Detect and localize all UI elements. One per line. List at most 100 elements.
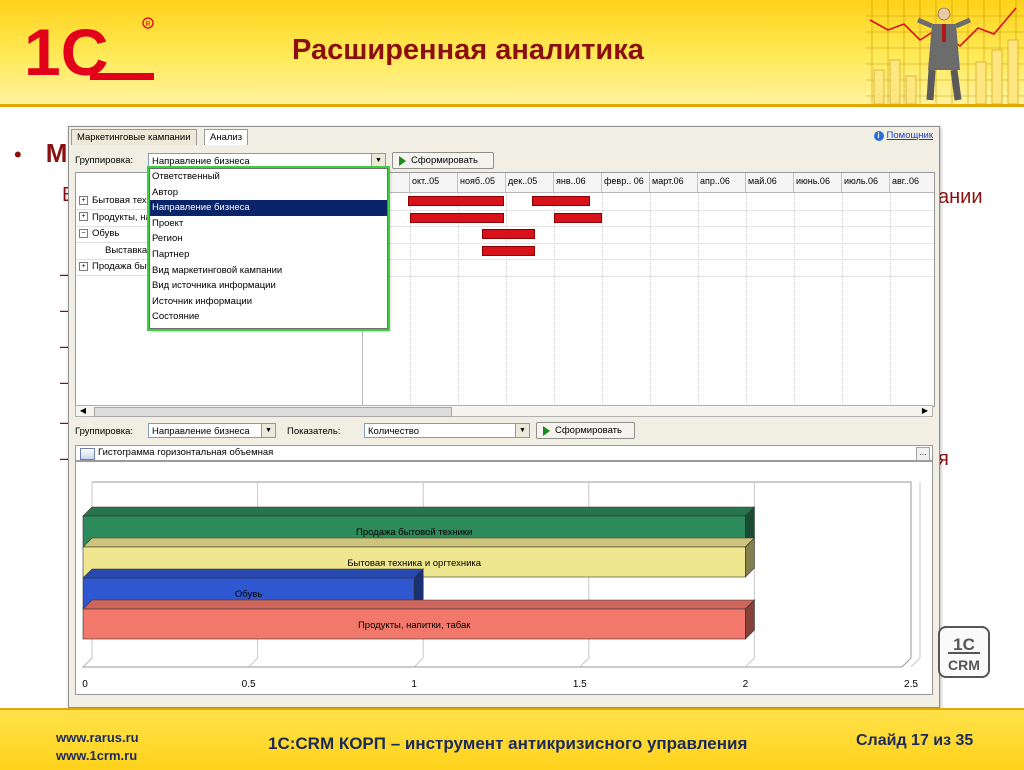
month-header: март.06 — [650, 173, 698, 193]
footer-url-1crm[interactable]: www.1crm.ru — [56, 748, 137, 763]
chevron-down-icon[interactable]: ▼ — [371, 154, 385, 167]
month-header: июль.06 — [842, 173, 890, 193]
gantt-bar[interactable] — [482, 245, 535, 256]
gantt-bar[interactable] — [532, 196, 590, 206]
page-title: Расширенная аналитика — [292, 34, 644, 66]
dropdown-option[interactable]: Партнер — [150, 247, 387, 263]
play-icon — [543, 426, 550, 436]
gantt-bar[interactable] — [554, 212, 602, 223]
expand-icon[interactable]: + — [79, 261, 88, 271]
month-header: авг..06 — [890, 173, 934, 193]
gantt-bar[interactable] — [410, 212, 504, 223]
x-tick-label: 1.5 — [573, 679, 587, 690]
month-gridline — [650, 193, 651, 406]
month-gridline — [794, 193, 795, 406]
chart-header: Гистограмма горизонтальная объемная ... — [75, 445, 933, 461]
grouping-select[interactable]: Направление бизнеса ▼ — [148, 153, 386, 168]
expand-icon[interactable]: + — [79, 195, 88, 205]
month-header: февр.. 06 — [602, 173, 650, 193]
month-gridline — [506, 193, 507, 406]
x-tick-label: 2 — [743, 679, 749, 690]
bar-top-face — [82, 506, 756, 517]
month-gridline — [842, 193, 843, 406]
analytics-window: Маркетинговые кампании Анализ i Помощник … — [68, 126, 940, 708]
slide-bullet: • М — [14, 138, 68, 168]
scroll-left-icon[interactable]: ◀ — [77, 406, 89, 416]
chart-gridline — [910, 657, 921, 668]
footer-title: 1С:CRM КОРП – инструмент антикризисного … — [268, 734, 748, 753]
footer-url-rarus[interactable]: www.rarus.ru — [56, 730, 139, 745]
1c-logo: 1С R — [24, 15, 154, 86]
month-gridline — [602, 193, 603, 406]
dropdown-option[interactable]: Регион — [150, 231, 387, 247]
x-tick-label: 2.5 — [904, 679, 918, 690]
more-options-button[interactable]: ... — [916, 447, 930, 461]
month-header: май.06 — [746, 173, 794, 193]
row-gridline — [362, 275, 934, 277]
indicator-label: Показатель: — [287, 426, 341, 437]
generate-button[interactable]: Сформировать — [392, 152, 494, 169]
collapse-icon[interactable]: − — [79, 228, 88, 238]
indicator-select[interactable]: Количество ▼ — [364, 423, 530, 438]
help-link[interactable]: i Помощник — [873, 130, 933, 141]
dropdown-option[interactable]: Источник информации — [150, 294, 387, 310]
scroll-right-icon[interactable]: ▶ — [919, 406, 931, 416]
chart-grouping-select[interactable]: Направление бизнеса ▼ — [148, 423, 276, 438]
bar-chart: 0 0.5 1 1.5 2 2.5 Продажа бытовой техники Бытов… — [75, 461, 933, 695]
svg-text:R: R — [146, 21, 151, 28]
grouping-label: Группировка: — [75, 155, 134, 166]
month-header: янв..06 — [554, 173, 602, 193]
grouping-label: Группировка: — [75, 426, 134, 437]
dropdown-option[interactable]: Ответственный — [150, 169, 387, 185]
month-gridline — [890, 193, 891, 406]
row-gridline — [362, 259, 934, 260]
tree-row-label: Выставка — [105, 244, 148, 256]
row-gridline — [362, 242, 934, 244]
expand-icon[interactable]: + — [79, 212, 88, 222]
tab-marketing-campaigns[interactable]: Маркетинговые кампании — [71, 129, 197, 145]
month-header: апр..06 — [698, 173, 746, 193]
svg-text:1С: 1С — [953, 635, 975, 654]
slide-footer: www.rarus.ru www.1crm.ru 1С:CRM КОРП – и… — [0, 708, 1024, 770]
dropdown-option[interactable]: Вид маркетинговой кампании — [150, 263, 387, 279]
bar-label: Обувь — [235, 589, 262, 600]
bar-chart-svg: 0 0.5 1 1.5 2 2.5 Продажа бытовой техники Бытов… — [81, 481, 921, 690]
scrollbar-thumb[interactable] — [94, 407, 452, 417]
1c-crm-badge: 1С CRM — [938, 626, 990, 678]
x-tick-label: 1 — [411, 679, 417, 690]
svg-text:CRM: CRM — [948, 657, 980, 673]
bar-top-face — [82, 599, 756, 610]
chart-title: Гистограмма горизонтальная объемная — [98, 447, 274, 458]
month-header: окт..05 — [410, 173, 458, 193]
grouping-dropdown-list[interactable]: Ответственный Автор Направление бизнеса Про… — [149, 168, 388, 329]
slide-number: Слайд 17 из 35 — [856, 732, 974, 749]
row-gridline — [362, 226, 934, 227]
businessman-chart-illustration — [866, 0, 1024, 104]
bar-label: Продукты, напитки, табак — [358, 620, 471, 631]
month-gridline — [554, 193, 555, 406]
dropdown-option[interactable]: Вид источника информации — [150, 278, 387, 294]
month-header: июнь.06 — [794, 173, 842, 193]
gantt-bar[interactable] — [482, 229, 535, 239]
tree-row-label: Обувь — [92, 228, 120, 239]
horizontal-scrollbar[interactable]: ◀ ▶ — [75, 405, 933, 417]
x-tick-label: 0 — [82, 679, 88, 690]
chart-icon — [80, 448, 95, 460]
dropdown-option[interactable]: Проект — [150, 216, 387, 232]
month-gridline — [746, 193, 747, 406]
month-header: дек..05 — [506, 173, 554, 193]
chart-generate-button[interactable]: Сформировать — [536, 422, 635, 439]
tab-analysis[interactable]: Анализ — [204, 129, 249, 145]
month-gridline — [458, 193, 459, 406]
dropdown-option[interactable]: Автор — [150, 185, 387, 201]
month-gridline — [698, 193, 699, 406]
gantt-bar[interactable] — [407, 196, 504, 206]
chevron-down-icon[interactable]: ▼ — [515, 424, 529, 437]
dropdown-option[interactable]: Состояние — [150, 309, 387, 325]
x-tick-label: 0.5 — [242, 679, 256, 690]
row-gridline — [362, 209, 934, 211]
dropdown-option[interactable]: Направление бизнеса — [150, 200, 387, 216]
month-header: нояб..05 — [458, 173, 506, 193]
chevron-down-icon[interactable]: ▼ — [261, 424, 275, 437]
slide-text-fragment: ании — [938, 186, 983, 208]
